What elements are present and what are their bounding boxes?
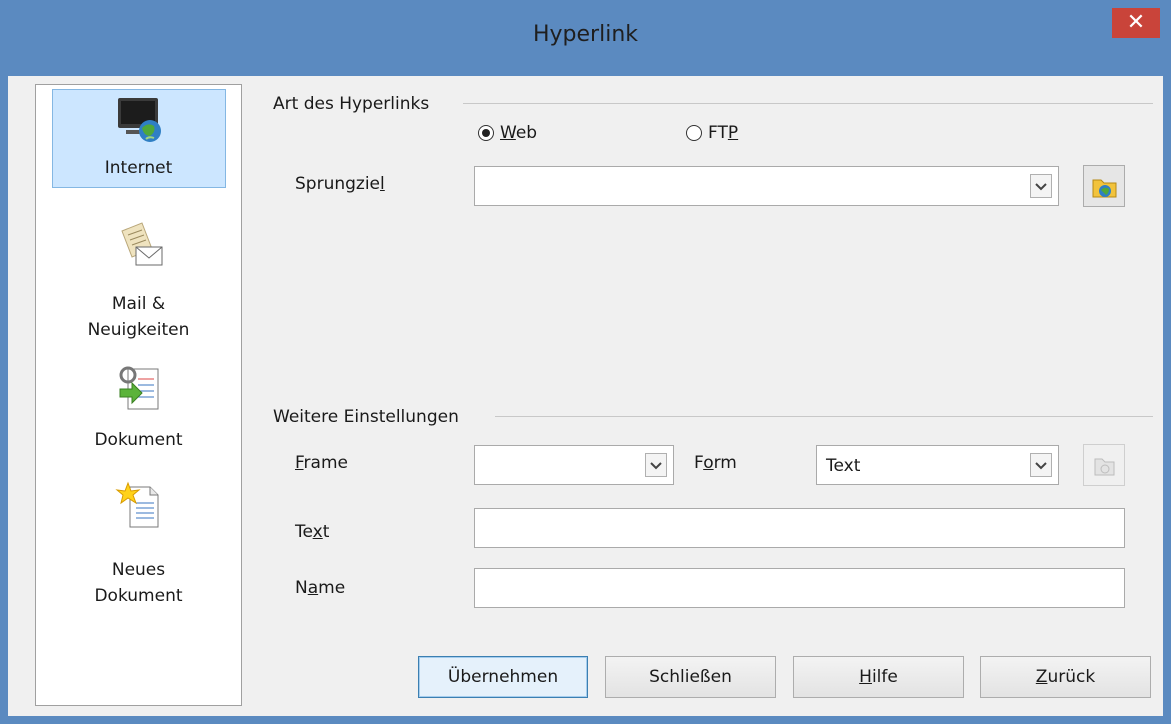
sidebar-item-label: Neuigkeiten <box>87 320 190 340</box>
folder-globe-icon <box>1092 179 1117 198</box>
events-button[interactable] <box>1083 444 1125 486</box>
frame-label: Frame <box>295 453 348 473</box>
sidebar-item-internet[interactable]: Internet <box>36 87 241 188</box>
text-label: Text <box>295 522 330 542</box>
name-input[interactable] <box>474 568 1125 608</box>
sidebar-item-label: Neues <box>111 560 166 580</box>
further-settings-group-label: Weitere Einstellungen <box>273 407 459 427</box>
close-button[interactable]: Schließen <box>605 656 776 698</box>
form-value: Text <box>826 456 861 476</box>
sidebar-item-document[interactable]: Dokument <box>36 365 241 465</box>
sidebar-item-mail[interactable]: Mail & Neuigkeiten <box>36 221 241 351</box>
target-label: Sprungziel <box>295 174 385 194</box>
frame-combobox[interactable] <box>474 445 674 485</box>
new-document-icon <box>115 481 159 528</box>
sidebar-item-new-document[interactable]: Neues Dokument <box>36 481 241 611</box>
group-divider <box>495 416 1153 417</box>
chevron-down-icon[interactable] <box>1030 453 1052 477</box>
sidebar-item-label: Mail & <box>111 294 166 314</box>
text-input[interactable] <box>474 508 1125 548</box>
apply-button[interactable]: Übernehmen <box>418 656 588 698</box>
ftp-radio[interactable] <box>686 125 702 141</box>
document-icon <box>119 366 159 410</box>
web-radio[interactable] <box>478 125 494 141</box>
ftp-radio-label[interactable]: FTP <box>708 123 738 143</box>
back-button[interactable]: Zurück <box>980 656 1151 698</box>
dialog-title: Hyperlink <box>532 22 638 47</box>
sidebar-item-label: Internet <box>104 158 173 178</box>
hyperlink-type-group-label: Art des Hyperlinks <box>273 94 430 114</box>
target-url-combobox[interactable] <box>474 166 1059 206</box>
dialog-body: Internet Mail & Neuigkeiten Dokument Neu… <box>8 76 1163 716</box>
web-radio-label[interactable]: Web <box>500 123 537 143</box>
group-divider <box>463 103 1153 104</box>
sidebar-item-label: Dokument <box>94 430 183 450</box>
mail-icon <box>121 222 163 266</box>
chevron-down-icon[interactable] <box>1030 174 1052 198</box>
help-button[interactable]: Hilfe <box>793 656 964 698</box>
close-window-button[interactable]: ✕ <box>1112 8 1160 38</box>
form-combobox[interactable]: Text <box>816 445 1059 485</box>
events-icon <box>1094 458 1115 476</box>
internet-globe-icon <box>118 98 161 142</box>
chevron-down-icon[interactable] <box>645 453 667 477</box>
name-label: Name <box>295 578 346 598</box>
sidebar-item-label: Dokument <box>94 586 183 606</box>
open-browser-button[interactable] <box>1083 165 1125 207</box>
hyperlink-type-sidebar: Internet Mail & Neuigkeiten Dokument Neu… <box>35 84 242 706</box>
form-label: Form <box>694 453 737 473</box>
hyperlink-dialog: Hyperlink ✕ Internet Mail & Neuigkeiten … <box>0 0 1171 724</box>
title-bar: Hyperlink ✕ <box>0 0 1171 76</box>
